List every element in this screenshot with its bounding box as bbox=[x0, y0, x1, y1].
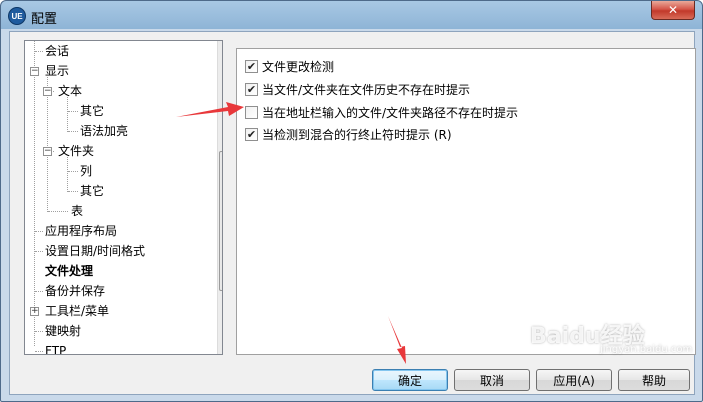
tree-line bbox=[67, 157, 68, 192]
tree-item-text-other[interactable]: 其它 bbox=[80, 101, 104, 121]
scroll-down-icon[interactable]: ▼ bbox=[219, 337, 222, 353]
tree-line bbox=[35, 231, 43, 232]
cancel-button[interactable]: 取消 bbox=[454, 369, 530, 391]
ok-button[interactable]: 确定 bbox=[372, 369, 448, 391]
collapse-text-icon[interactable]: − bbox=[43, 87, 52, 96]
tree-line bbox=[35, 351, 43, 352]
window-title: 配置 bbox=[31, 12, 58, 27]
tree-item-text[interactable]: 文本 bbox=[58, 81, 82, 101]
tree-line bbox=[35, 51, 43, 52]
option-label: 当文件/文件夹在文件历史不存在时提示 bbox=[262, 82, 471, 97]
tree-item-ftp[interactable]: FTP bbox=[45, 341, 66, 354]
tree-item-table[interactable]: 表 bbox=[71, 201, 83, 221]
tree-line bbox=[48, 211, 68, 212]
scroll-up-icon[interactable]: ▲ bbox=[219, 42, 222, 58]
tree-item-column[interactable]: 列 bbox=[80, 161, 92, 181]
tree-line bbox=[68, 111, 78, 112]
option-label: 当检测到混合的行终止符时提示 (R) bbox=[262, 127, 452, 142]
tree-item-syntax-highlight[interactable]: 语法加亮 bbox=[80, 121, 128, 141]
tree-line bbox=[68, 131, 78, 132]
tree-item-session[interactable]: 会话 bbox=[45, 41, 69, 61]
tree-line bbox=[68, 171, 78, 172]
option-prompt-history-missing[interactable]: ✔ 当文件/文件夹在文件历史不存在时提示 bbox=[245, 80, 470, 98]
checkbox-prompt-mixed-line-endings[interactable]: ✔ bbox=[245, 127, 258, 141]
collapse-display-icon[interactable]: − bbox=[30, 67, 39, 76]
tree-line bbox=[34, 41, 35, 346]
tree-line bbox=[35, 291, 43, 292]
title-bar[interactable]: UE 配置 ✕ bbox=[1, 1, 702, 31]
baidu-watermark: Baidu经验 bbox=[530, 324, 645, 349]
tree-line bbox=[68, 191, 78, 192]
tree-item-datetime-format[interactable]: 设置日期/时间格式 bbox=[45, 241, 145, 261]
tree-item-key-mapping[interactable]: 键映射 bbox=[45, 321, 81, 341]
option-label: 当在地址栏输入的文件/文件夹路径不存在时提示 bbox=[262, 105, 519, 120]
option-label: 文件更改检测 bbox=[262, 59, 335, 74]
checkbox-prompt-addressbar-missing[interactable] bbox=[245, 105, 258, 119]
tree-item-folder-other[interactable]: 其它 bbox=[80, 181, 104, 201]
baidu-watermark-url: jingyan.baidu.com bbox=[600, 344, 693, 355]
file-handling-options-panel: ✔ 文件更改检测 ✔ 当文件/文件夹在文件历史不存在时提示 当在地址栏输入的文件… bbox=[236, 48, 696, 355]
option-prompt-addressbar-missing[interactable]: 当在地址栏输入的文件/文件夹路径不存在时提示 bbox=[245, 103, 518, 121]
checkbox-prompt-history-missing[interactable]: ✔ bbox=[245, 82, 258, 96]
tree-line bbox=[35, 251, 43, 252]
app-logo-icon: UE bbox=[8, 7, 26, 25]
tree-item-file-handling[interactable]: 文件处理 bbox=[45, 261, 93, 281]
category-tree[interactable]: − − − + 会话 显示 文本 其它 语法加亮 文件夹 列 其它 表 应用程序… bbox=[24, 40, 223, 355]
checkbox-file-change-detection[interactable]: ✔ bbox=[245, 59, 258, 73]
scroll-thumb[interactable]: ≡ bbox=[219, 151, 222, 291]
tree-item-toolbar-menu[interactable]: 工具栏/菜单 bbox=[45, 301, 109, 321]
tree-item-backup-save[interactable]: 备份并保存 bbox=[45, 281, 105, 301]
help-button[interactable]: 帮助 bbox=[618, 369, 690, 391]
option-file-change-detection[interactable]: ✔ 文件更改检测 bbox=[245, 57, 334, 75]
tree-item-folder[interactable]: 文件夹 bbox=[58, 141, 94, 161]
tree-item-display[interactable]: 显示 bbox=[45, 61, 69, 81]
expand-toolbar-icon[interactable]: + bbox=[30, 307, 39, 316]
tree-scrollbar[interactable]: ▲ ≡ ▼ bbox=[217, 41, 222, 354]
option-prompt-mixed-line-endings[interactable]: ✔ 当检测到混合的行终止符时提示 (R) bbox=[245, 125, 452, 143]
close-button[interactable]: ✕ bbox=[651, 1, 695, 20]
apply-button[interactable]: 应用(A) bbox=[536, 369, 612, 391]
tree-item-app-layout[interactable]: 应用程序布局 bbox=[45, 221, 117, 241]
tree-line bbox=[47, 77, 48, 212]
collapse-folder-icon[interactable]: − bbox=[43, 147, 52, 156]
tree-line bbox=[35, 331, 43, 332]
tree-line bbox=[67, 97, 68, 132]
